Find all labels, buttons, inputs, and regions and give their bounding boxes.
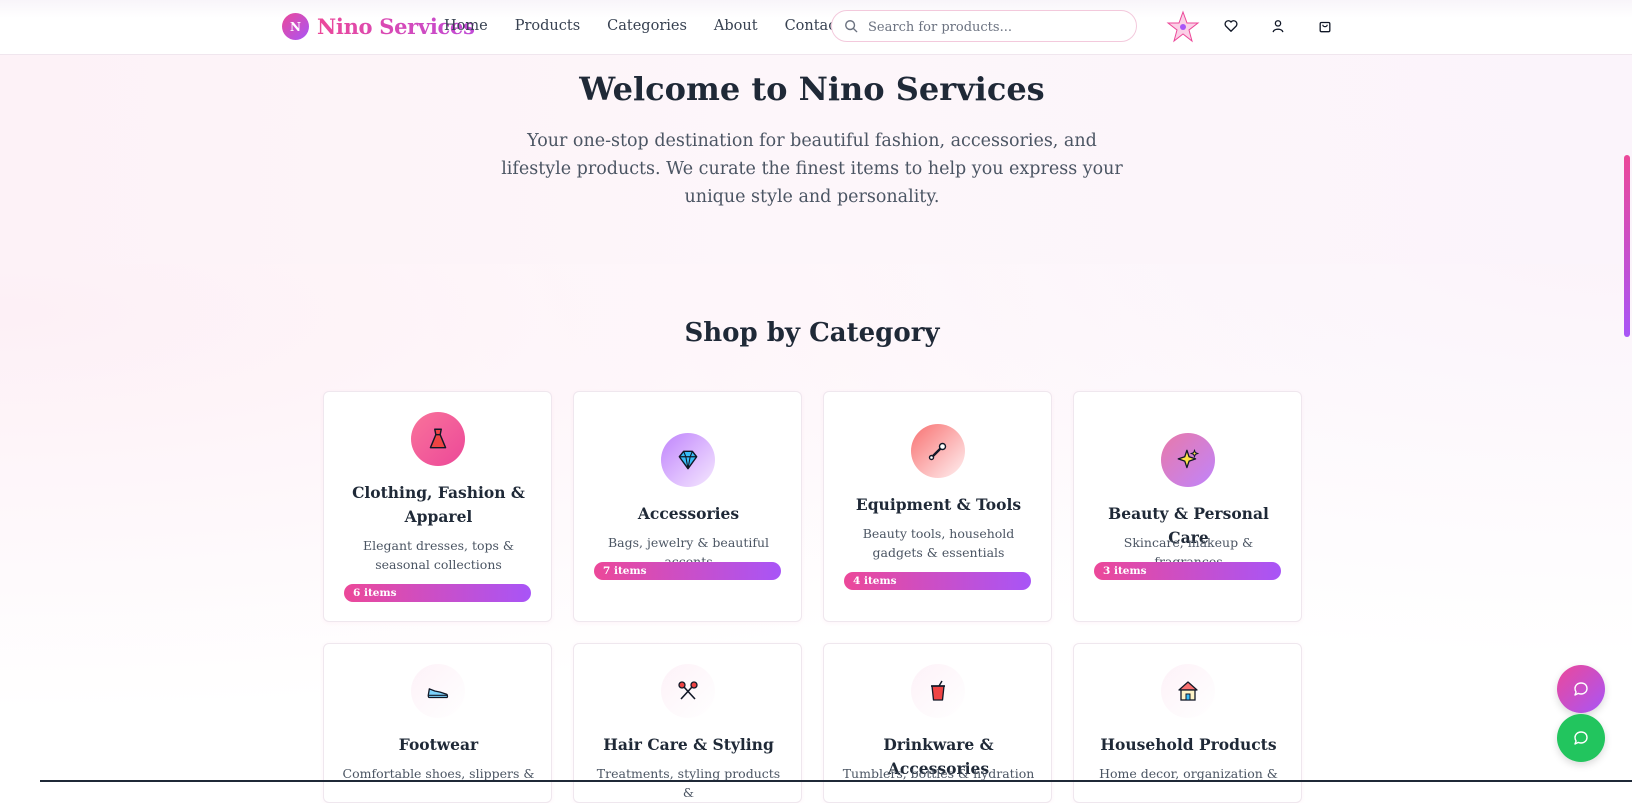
brand-badge: N	[282, 13, 309, 40]
search-icon	[845, 20, 858, 33]
house-icon	[1161, 664, 1215, 718]
navbar-top-shade	[0, 0, 1632, 18]
category-card-footwear[interactable]: Footwear Comfortable shoes, slippers &	[323, 643, 552, 803]
cup-icon	[911, 664, 965, 718]
category-card-clothing[interactable]: Clothing, Fashion & Apparel Elegant dres…	[323, 391, 552, 622]
category-card-beauty[interactable]: Beauty & Personal Care Skincare, makeup …	[1073, 391, 1302, 622]
category-title: Hair Care & Styling	[603, 735, 774, 754]
search-input[interactable]	[866, 16, 1130, 38]
shopping-bag-icon[interactable]	[1315, 16, 1335, 36]
category-count-badge: 4 items	[844, 572, 1031, 590]
category-count-badge: 7 items	[594, 562, 781, 580]
category-card-household[interactable]: Household Products Home decor, organizat…	[1073, 643, 1302, 803]
chat-button[interactable]	[1557, 665, 1605, 713]
nav-products-link[interactable]: Products	[515, 18, 580, 34]
nav-home-link[interactable]: Home	[444, 18, 488, 34]
search-box	[831, 10, 1137, 42]
section-title: Shop by Category	[684, 318, 940, 348]
category-desc: Elegant dresses, tops & seasonal collect…	[362, 538, 515, 572]
category-card-haircare[interactable]: Hair Care & Styling Treatments, styling …	[573, 643, 802, 803]
star-icon[interactable]	[1166, 10, 1200, 44]
dress-icon	[411, 412, 465, 466]
whatsapp-button[interactable]	[1557, 714, 1605, 762]
hero-title: Welcome to Nino Services	[579, 70, 1045, 108]
heart-icon[interactable]	[1221, 16, 1241, 36]
hero-subtitle: Your one-stop destination for beautiful …	[501, 131, 1123, 207]
category-title: Household Products	[1100, 735, 1277, 754]
category-desc: Treatments, styling products &	[596, 766, 781, 800]
scissors-icon	[661, 664, 715, 718]
category-title: Equipment & Tools	[855, 495, 1022, 514]
category-count-badge: 3 items	[1094, 562, 1281, 580]
category-card-equipment[interactable]: Equipment & Tools Beauty tools, househol…	[823, 391, 1052, 622]
gem-icon	[661, 433, 715, 487]
nav-about-link[interactable]: About	[714, 18, 758, 34]
category-card-accessories[interactable]: Accessories Bags, jewelry & beautiful ac…	[573, 391, 802, 622]
user-icon[interactable]	[1268, 16, 1288, 36]
page-scrollbar[interactable]	[1624, 155, 1630, 337]
category-count-badge: 6 items	[344, 584, 531, 602]
nav-categories-link[interactable]: Categories	[607, 18, 687, 34]
wrench-icon	[911, 424, 965, 478]
whatsapp-icon	[1574, 731, 1588, 745]
top-navbar: N Nino Services Home Products Categories…	[0, 0, 1632, 55]
chat-icon	[1574, 682, 1588, 696]
category-desc: Beauty tools, household gadgets & essent…	[862, 526, 1015, 560]
category-card-drinkware[interactable]: Drinkware & Accessories Tumblers, bottle…	[823, 643, 1052, 803]
main-menu: Home Products Categories About Contact	[444, 18, 869, 34]
category-title: Accessories	[637, 504, 740, 523]
sparkles-icon	[1161, 433, 1215, 487]
category-title: Footwear	[398, 735, 479, 754]
category-title: Clothing, Fashion & Apparel	[352, 483, 525, 526]
sneaker-icon	[411, 664, 465, 718]
